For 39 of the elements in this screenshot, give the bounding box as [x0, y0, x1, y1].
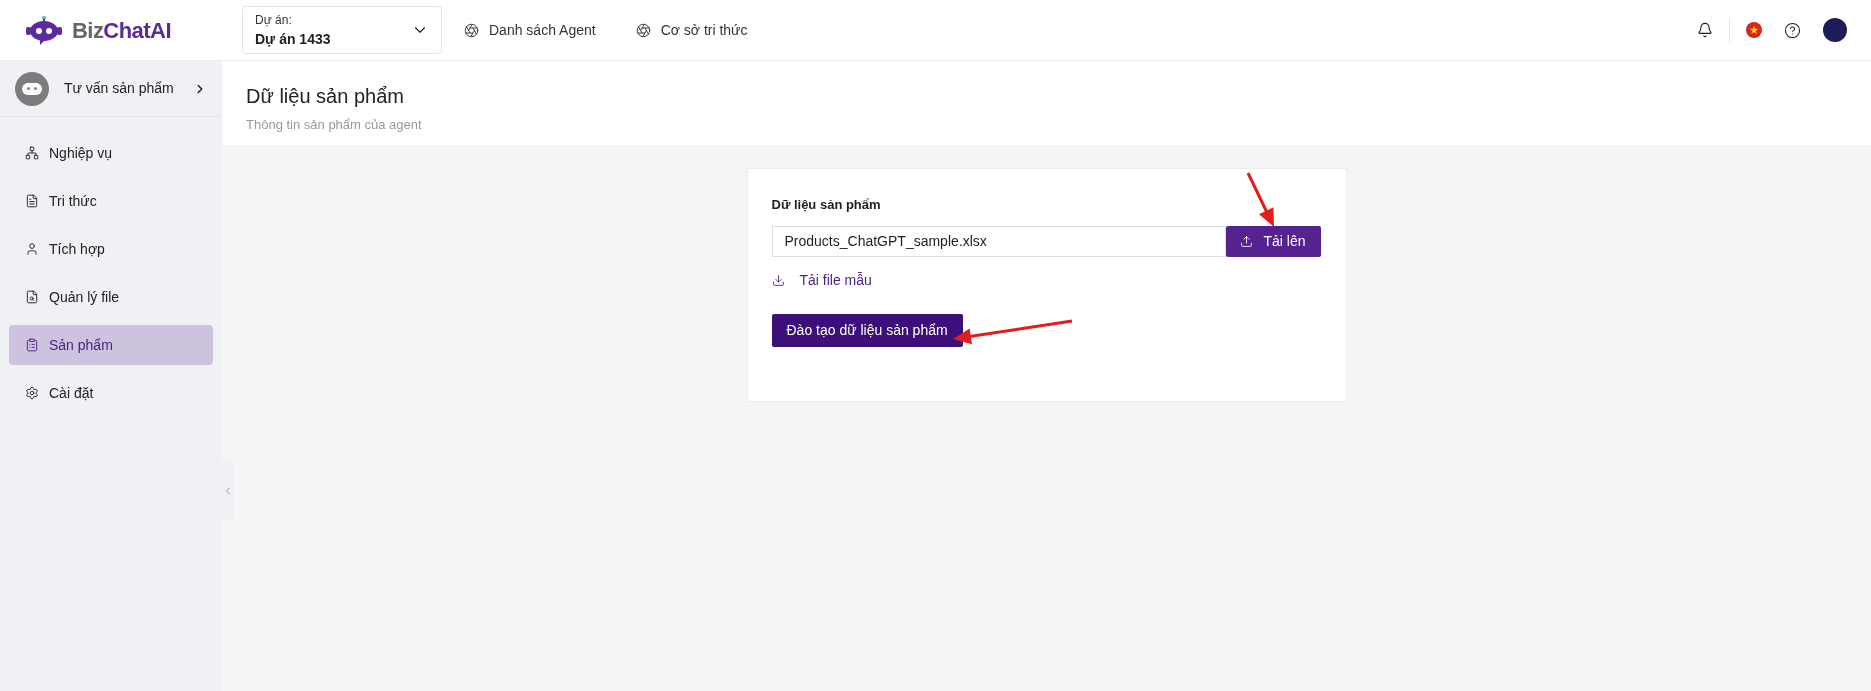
robot-logo-icon [24, 15, 64, 45]
annotation-arrow [1246, 172, 1274, 227]
project-label: Dự án: [255, 11, 293, 29]
document-icon [25, 194, 39, 208]
sidebar-item[interactable]: Tích hợp [9, 229, 213, 269]
train-data-button[interactable]: Đào tạo dữ liệu sản phẩm [771, 313, 963, 347]
user-avatar[interactable] [1823, 18, 1847, 42]
agent-selector[interactable]: Tư vấn sản phẩm [0, 61, 222, 117]
help-icon[interactable] [1784, 21, 1801, 39]
sidebar-item[interactable]: Cài đặt [9, 373, 213, 413]
sidebar-item[interactable]: Quản lý file [9, 277, 213, 317]
download-template-link[interactable]: Tải file mẫu [771, 269, 872, 291]
settings-icon [25, 386, 39, 400]
collapse-handle[interactable] [222, 461, 234, 521]
nav-link[interactable]: Cơ sở tri thức [635, 19, 748, 41]
download-icon [771, 273, 785, 287]
aperture-icon [464, 22, 479, 38]
file-name-field[interactable]: Products_ChatGPT_sample.xlsx [771, 225, 1226, 257]
clipboard-icon [25, 338, 39, 352]
sidebar-item[interactable]: Tri thức [9, 181, 213, 221]
notification-icon[interactable] [1697, 22, 1713, 38]
network-icon [25, 146, 39, 160]
aperture-icon [635, 22, 651, 38]
file-search-icon [25, 290, 39, 304]
sidebar-item[interactable]: Nghiệp vụ [9, 133, 213, 173]
sidebar-item[interactable]: Sản phẩm [9, 325, 213, 365]
page-subtitle: Thông tin sản phẩm của agent [246, 116, 423, 134]
robot-avatar-icon [15, 71, 49, 106]
upload-button[interactable]: Tải lên [1225, 225, 1321, 257]
page-title: Dữ liệu sản phẩm [246, 84, 405, 109]
brand-name: BizChatAI [72, 16, 171, 45]
project-dropdown[interactable]: Dự án: Dự án 1433 [242, 6, 442, 54]
agent-name: Tư vấn sản phẩm [64, 79, 174, 98]
field-label: Dữ liệu sản phẩm [771, 196, 882, 214]
upload-icon [1240, 234, 1254, 248]
flag-icon[interactable] [1746, 22, 1762, 38]
user-icon [25, 242, 39, 256]
nav-link[interactable]: Danh sách Agent [464, 19, 596, 41]
project-value: Dự án 1433 [255, 29, 331, 49]
